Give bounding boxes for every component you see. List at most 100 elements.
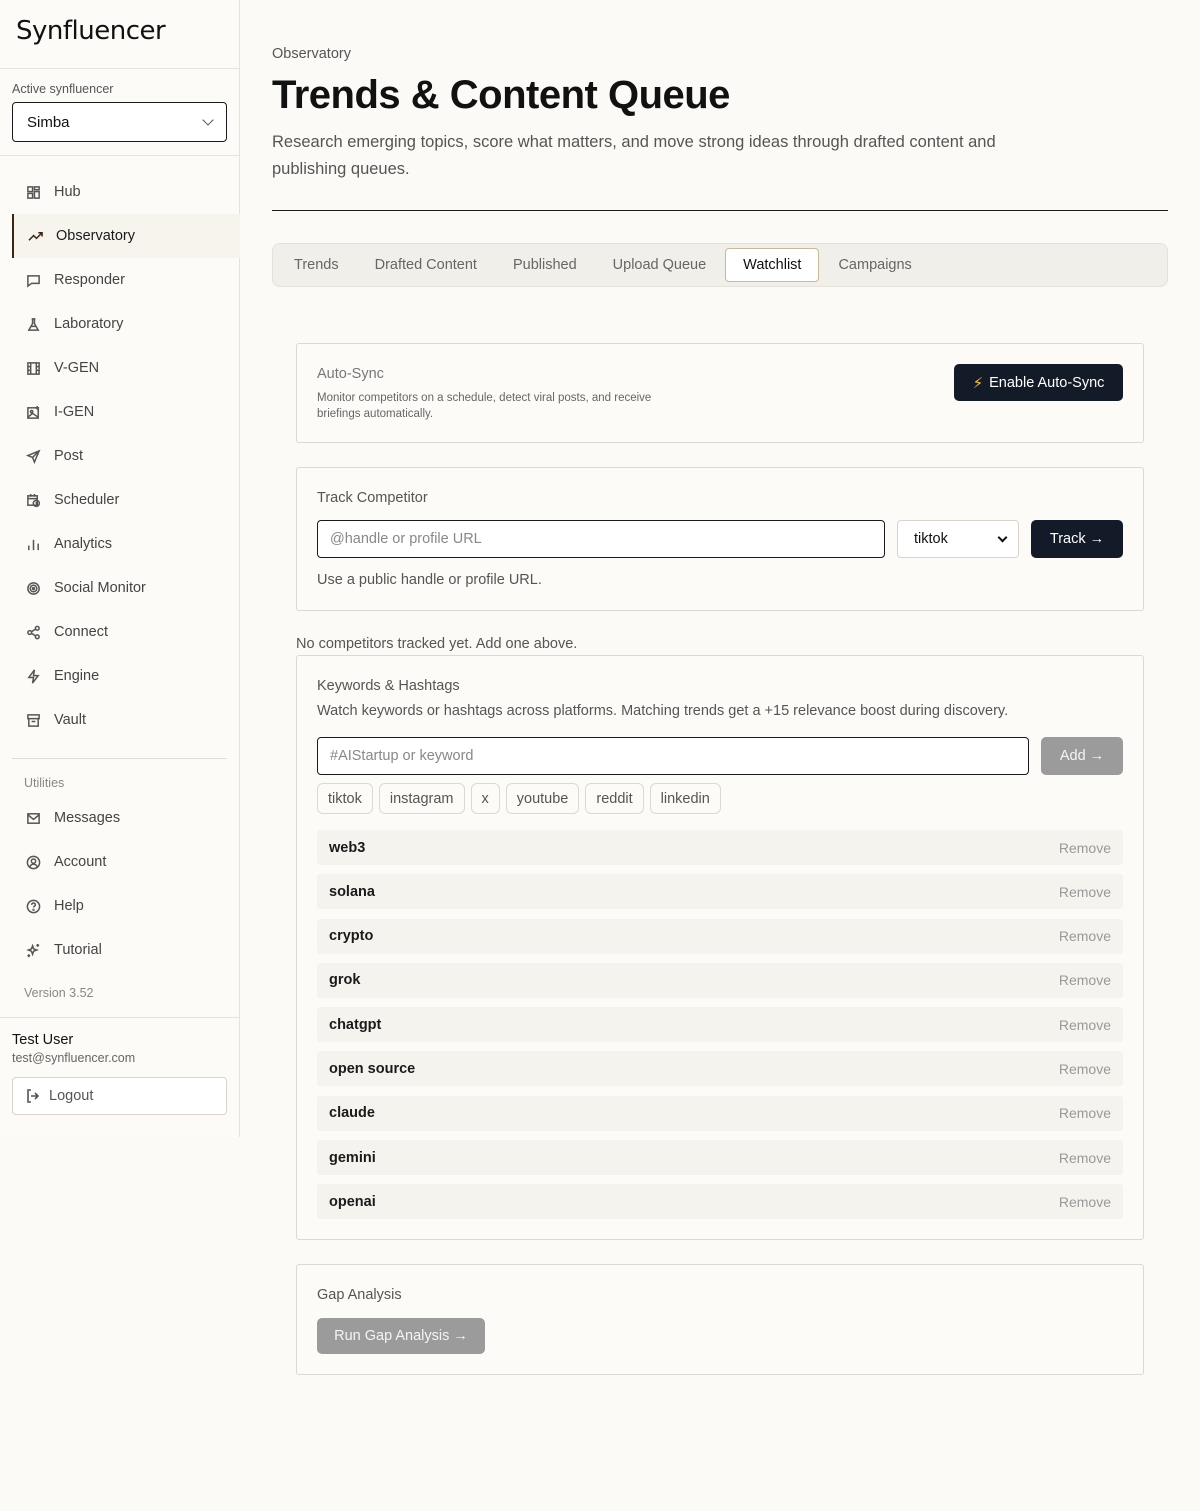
sidebar-item-responder[interactable]: Responder <box>0 258 239 302</box>
autosync-description: Monitor competitors on a schedule, detec… <box>317 392 652 420</box>
sidebar-item-connect[interactable]: Connect <box>0 610 239 654</box>
list-item: claude Remove <box>317 1095 1123 1131</box>
sidebar-item-label: Post <box>54 448 84 464</box>
enable-autosync-button[interactable]: ⚡ Enable Auto-Sync <box>954 364 1123 401</box>
sidebar-item-hub[interactable]: Hub <box>0 170 239 214</box>
sidebar-item-messages[interactable]: Messages <box>0 796 239 840</box>
track-competitor-card: Track Competitor @handle or profile URL … <box>296 467 1144 611</box>
add-keyword-button[interactable]: Add → <box>1041 737 1123 775</box>
sidebar-item-label: I-GEN <box>54 404 95 420</box>
tab-upload-queue[interactable]: Upload Queue <box>596 248 724 282</box>
remove-keyword-button[interactable]: Remove <box>1059 972 1111 988</box>
keyword-name: grok <box>329 972 361 989</box>
remove-keyword-button[interactable]: Remove <box>1059 1061 1111 1077</box>
platform-chip-linkedin[interactable]: linkedin <box>649 783 721 814</box>
sidebar-item-account[interactable]: Account <box>0 840 239 884</box>
sidebar-item-help[interactable]: Help <box>0 884 239 928</box>
competitor-handle-input[interactable]: @handle or profile URL <box>317 520 885 558</box>
run-gap-analysis-button[interactable]: Run Gap Analysis → <box>317 1318 485 1354</box>
sidebar-item-v-gen[interactable]: V-GEN <box>0 346 239 390</box>
page-title: Trends & Content Queue <box>272 73 730 117</box>
sidebar-item-label: Messages <box>54 810 121 826</box>
remove-keyword-button[interactable]: Remove <box>1059 1105 1111 1121</box>
platform-chips: tiktok instagram x youtube reddit linked… <box>317 783 721 814</box>
user-section: Test User test@synfluencer.com Logout <box>0 1017 239 1115</box>
tab-watchlist[interactable]: Watchlist <box>725 248 820 282</box>
platform-chip-tiktok[interactable]: tiktok <box>317 783 373 814</box>
platform-chip-reddit[interactable]: reddit <box>585 783 644 814</box>
logout-icon <box>27 1089 40 1103</box>
user-name: Test User <box>12 1032 74 1048</box>
keyword-name: openai <box>329 1193 376 1210</box>
remove-keyword-button[interactable]: Remove <box>1059 1017 1111 1033</box>
sidebar-item-label: Connect <box>54 624 109 640</box>
sidebar-item-label: Tutorial <box>54 942 102 958</box>
sidebar-item-scheduler[interactable]: Scheduler <box>0 478 239 522</box>
keyword-list: web3 Remove solana Remove crypto Remove … <box>317 830 1123 1229</box>
sidebar-item-label: Engine <box>54 668 100 684</box>
share-icon <box>25 624 41 640</box>
tab-trends[interactable]: Trends <box>277 248 356 282</box>
track-button[interactable]: Track → <box>1031 520 1123 558</box>
tab-campaigns[interactable]: Campaigns <box>821 248 928 282</box>
list-item: gemini Remove <box>317 1140 1123 1176</box>
film-icon <box>25 360 41 376</box>
list-item: chatgpt Remove <box>317 1007 1123 1043</box>
mail-icon <box>25 810 41 826</box>
bar-chart-icon <box>25 536 41 552</box>
active-synfluencer-section: Active synfluencer Simba <box>0 69 239 156</box>
keyword-input[interactable]: #AIStartup or keyword <box>317 737 1029 775</box>
grid-icon <box>25 184 41 200</box>
sidebar-item-label: Account <box>54 854 107 870</box>
platform-select[interactable]: tiktok <box>897 520 1019 558</box>
autosync-card: Auto-Sync Monitor competitors on a sched… <box>296 343 1144 443</box>
synfluencer-select[interactable]: Simba <box>12 102 227 142</box>
gap-analysis-card: Gap Analysis Run Gap Analysis → <box>296 1264 1144 1375</box>
remove-keyword-button[interactable]: Remove <box>1059 884 1111 900</box>
keyword-name: claude <box>329 1105 375 1122</box>
remove-keyword-button[interactable]: Remove <box>1059 1194 1111 1210</box>
remove-keyword-button[interactable]: Remove <box>1059 1150 1111 1166</box>
platform-chip-youtube[interactable]: youtube <box>505 783 580 814</box>
user-email: test@synfluencer.com <box>12 1051 136 1065</box>
sidebar-item-label: Vault <box>54 712 86 728</box>
logout-label: Logout <box>49 1088 94 1104</box>
list-item: crypto Remove <box>317 918 1123 954</box>
send-icon <box>25 448 41 464</box>
calendar-clock-icon <box>25 492 41 508</box>
platform-chip-instagram[interactable]: instagram <box>378 783 465 814</box>
sparkles-icon <box>25 942 41 958</box>
autosync-title: Auto-Sync <box>317 366 384 382</box>
chat-icon <box>25 272 41 288</box>
flask-icon <box>25 316 41 332</box>
chevron-down-icon <box>202 114 214 126</box>
logo-area: Synfluencer <box>0 0 239 69</box>
keywords-card: Keywords & Hashtags Watch keywords or ha… <box>296 655 1144 1240</box>
image-icon <box>25 404 41 420</box>
sidebar-item-social-monitor[interactable]: Social Monitor <box>0 566 239 610</box>
keyword-name: chatgpt <box>329 1016 382 1033</box>
active-synfluencer-label: Active synfluencer <box>12 82 114 96</box>
sidebar-item-engine[interactable]: Engine <box>0 654 239 698</box>
gap-analysis-title: Gap Analysis <box>317 1287 402 1303</box>
remove-keyword-button[interactable]: Remove <box>1059 928 1111 944</box>
sidebar-item-laboratory[interactable]: Laboratory <box>0 302 239 346</box>
sidebar-item-i-gen[interactable]: I-GEN <box>0 390 239 434</box>
sidebar-item-vault[interactable]: Vault <box>0 698 239 742</box>
sidebar-item-tutorial[interactable]: Tutorial <box>0 928 239 972</box>
track-help-text: Use a public handle or profile URL. <box>317 572 542 588</box>
chevron-down-icon <box>997 532 1008 542</box>
sidebar-item-observatory[interactable]: Observatory <box>12 214 240 258</box>
platform-chip-x[interactable]: x <box>470 783 500 814</box>
sidebar-item-analytics[interactable]: Analytics <box>0 522 239 566</box>
sidebar-item-label: Hub <box>54 184 81 200</box>
keywords-title: Keywords & Hashtags <box>317 678 460 694</box>
remove-keyword-button[interactable]: Remove <box>1059 840 1111 856</box>
tab-drafted-content[interactable]: Drafted Content <box>358 248 494 282</box>
tab-published[interactable]: Published <box>496 248 594 282</box>
sidebar-item-label: Responder <box>54 272 125 288</box>
sidebar-item-post[interactable]: Post <box>0 434 239 478</box>
platform-select-value: tiktok <box>914 531 948 547</box>
app-logo[interactable]: Synfluencer <box>16 16 223 46</box>
logout-button[interactable]: Logout <box>12 1077 227 1115</box>
